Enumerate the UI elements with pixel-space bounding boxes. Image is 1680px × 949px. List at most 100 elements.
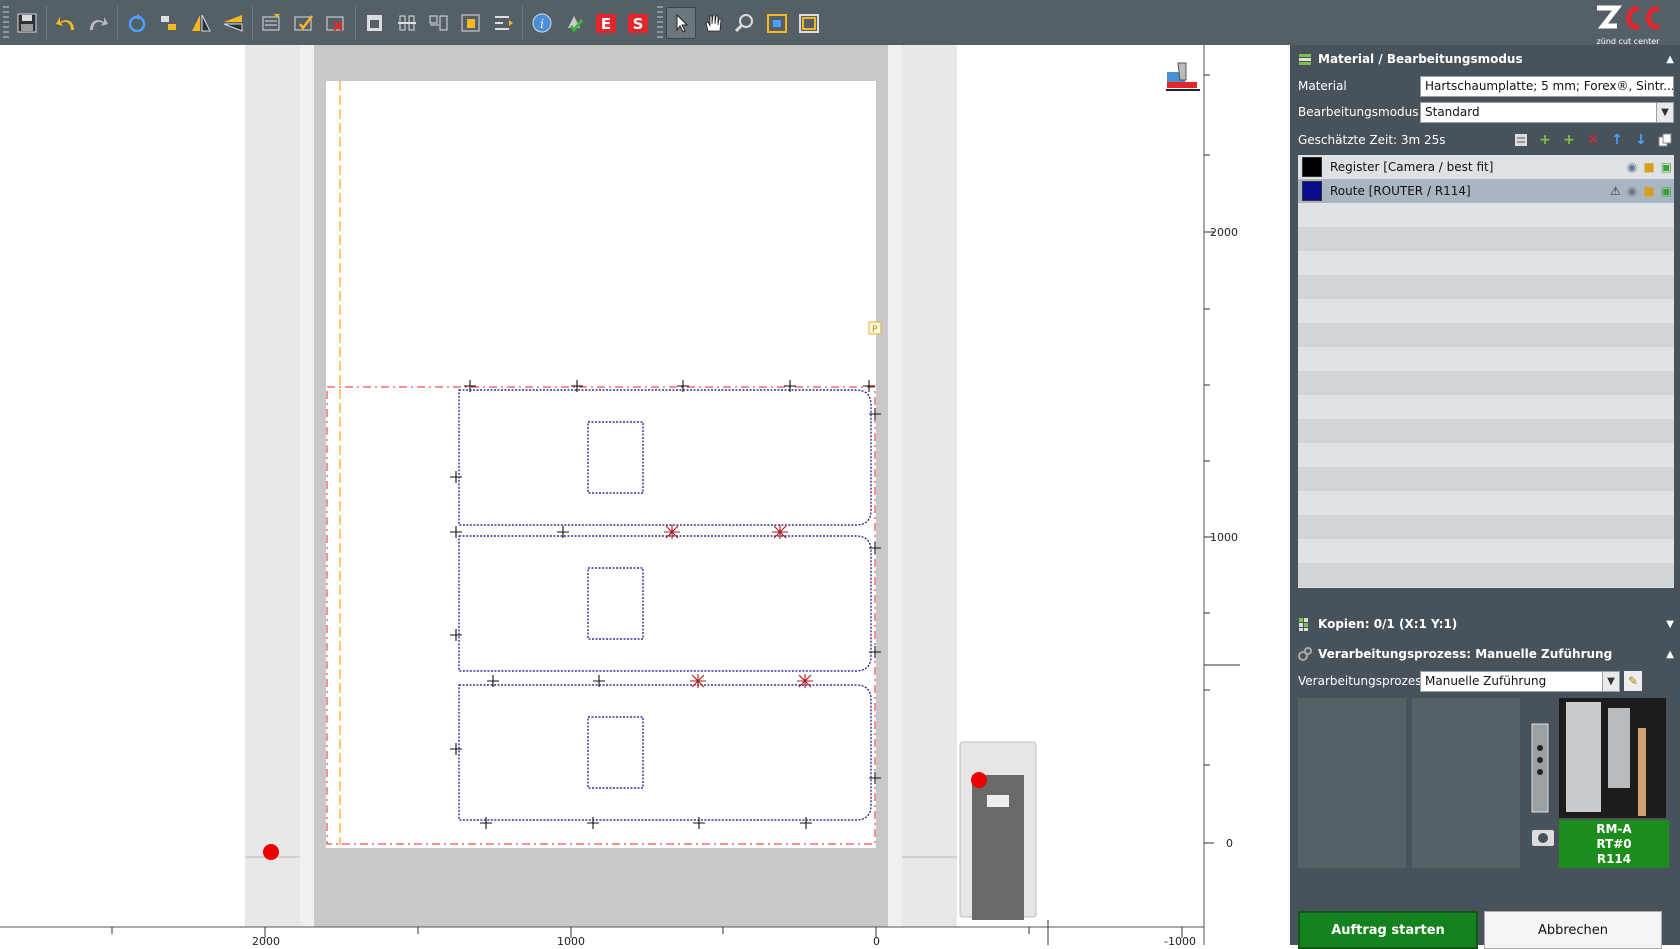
layer-copy-icon[interactable]: ▣: [1661, 160, 1672, 174]
main-toolbar: i E S zünd cut center: [0, 0, 1680, 46]
layer-row[interactable]: Register [Camera / best fit] ◉ ■ ▣: [1298, 155, 1674, 179]
copies-grid-icon: [1299, 618, 1308, 631]
align-icon[interactable]: [424, 7, 454, 39]
toolbar-separator: [46, 5, 47, 40]
zcc-logo: zünd cut center: [1588, 4, 1668, 46]
tool-label-line: R114: [1596, 852, 1632, 866]
table-margin-left: [245, 45, 300, 927]
offset-icon[interactable]: [488, 7, 518, 39]
canvas-drawing: P: [0, 45, 1240, 945]
warning-icon: ⚠: [1610, 184, 1621, 198]
ruler-y-ticks: [1204, 74, 1214, 844]
sheet-icon[interactable]: [360, 7, 390, 39]
ruler-x-label: 2000: [252, 935, 280, 945]
ruler-x-label: 1000: [557, 935, 585, 945]
expand-arrow-icon[interactable]: ▼: [1666, 619, 1674, 630]
logo-mark: [1588, 4, 1668, 38]
ruler-y-label: 1000: [1210, 531, 1238, 544]
layer-name: Register [Camera / best fit]: [1330, 160, 1494, 174]
process-row: Verarbeitungsprozess Manuelle Zuführung …: [1290, 668, 1680, 694]
mode-value: Standard: [1425, 104, 1480, 119]
ruler-x-label: 0: [873, 935, 880, 945]
redo-icon[interactable]: [83, 7, 113, 39]
estimated-time: Geschätzte Zeit: 3m 25s: [1298, 133, 1446, 147]
tool-label-line: RT#0: [1596, 837, 1632, 851]
dropdown-arrow-icon[interactable]: ▼: [1656, 102, 1673, 122]
svg-text:S: S: [633, 15, 644, 33]
refresh-icon[interactable]: [122, 7, 152, 39]
visibility-eye-icon[interactable]: ◉: [1627, 160, 1637, 174]
move-up-icon[interactable]: ↑: [1608, 131, 1626, 149]
move-down-icon[interactable]: ↓: [1632, 131, 1650, 149]
info-icon[interactable]: i: [527, 7, 557, 39]
ruler-y-label: 2000: [1210, 226, 1238, 239]
export-s-icon[interactable]: S: [623, 7, 653, 39]
start-job-button[interactable]: Auftrag starten: [1298, 911, 1478, 949]
tool-slot-empty[interactable]: [1412, 698, 1520, 868]
process-select[interactable]: Manuelle Zuführung ▼: [1420, 670, 1620, 692]
zoom-fit-icon[interactable]: [762, 7, 792, 39]
register-icon[interactable]: [456, 7, 486, 39]
zoom-page-icon[interactable]: [794, 7, 824, 39]
pointer-icon[interactable]: [666, 6, 696, 39]
visibility-eye-icon[interactable]: ◉: [1627, 184, 1637, 198]
hand-icon[interactable]: [698, 7, 728, 39]
lock-icon[interactable]: ■: [1643, 184, 1654, 198]
process-label: Verarbeitungsprozess: [1298, 674, 1428, 688]
material-section-header[interactable]: Material / Bearbeitungsmodus ▲: [1290, 45, 1680, 73]
layer-color-swatch[interactable]: [1302, 181, 1322, 201]
work-canvas[interactable]: P 2000 1000 0 2000 1000 0 -1000: [0, 45, 1290, 945]
layer-import-icon[interactable]: [257, 7, 287, 39]
collapse-arrow-icon[interactable]: ▲: [1666, 649, 1674, 660]
collapse-arrow-icon[interactable]: ▲: [1666, 54, 1674, 65]
tool-label: RM-A RT#0 R114: [1559, 820, 1669, 868]
export-e-icon[interactable]: E: [591, 7, 621, 39]
add-sub-layer-icon[interactable]: +: [1536, 131, 1554, 149]
layer-list-icon[interactable]: [1512, 131, 1530, 149]
zoom-icon[interactable]: [730, 7, 760, 39]
toolbar-separator: [522, 5, 523, 40]
copy-layer-icon[interactable]: [1656, 131, 1674, 149]
tool-check-icon[interactable]: [559, 7, 589, 39]
edit-process-icon[interactable]: ✎: [1624, 671, 1642, 691]
layer-row-icons: ⚠ ◉ ■ ▣: [1610, 184, 1672, 198]
distribute-icon[interactable]: [392, 7, 422, 39]
cancel-button[interactable]: Abbrechen: [1484, 911, 1662, 949]
dropdown-arrow-icon[interactable]: ▼: [1602, 671, 1619, 691]
add-layer-icon[interactable]: +: [1560, 131, 1578, 149]
layer-check-icon[interactable]: [289, 7, 319, 39]
toolbar-separator: [252, 5, 253, 40]
layer-copy-icon[interactable]: ▣: [1661, 184, 1672, 198]
toolbar-grip[interactable]: [657, 5, 663, 40]
layer-list[interactable]: Register [Camera / best fit] ◉ ■ ▣ Route…: [1298, 155, 1674, 588]
delete-layer-icon[interactable]: ✕: [1584, 131, 1602, 149]
layer-color-swatch[interactable]: [1302, 157, 1322, 177]
tool-slot-router[interactable]: RM-A RT#0 R114: [1526, 698, 1674, 868]
mode-select[interactable]: Standard ▼: [1420, 101, 1674, 123]
material-row: Material Hartschaumplatte; 5 mm; Forex®,…: [1290, 73, 1680, 99]
copies-title: Kopien: 0/1 (X:1 Y:1): [1318, 617, 1458, 631]
splitter[interactable]: [1290, 588, 1680, 610]
process-section-header[interactable]: Verarbeitungsprozess: Manuelle Zuführung…: [1290, 640, 1680, 668]
machine-view-icon: [1166, 62, 1200, 91]
toolbar-grip[interactable]: [3, 5, 9, 40]
material-field[interactable]: Hartschaumplatte; 5 mm; Forex®, Sintr...: [1420, 75, 1674, 97]
layer-row[interactable]: Route [ROUTER / R114] ⚠ ◉ ■ ▣: [1298, 179, 1674, 203]
layer-name: Route [ROUTER / R114]: [1330, 184, 1471, 198]
lock-icon[interactable]: ■: [1643, 160, 1654, 174]
copies-section-header[interactable]: Kopien: 0/1 (X:1 Y:1) ▼: [1290, 610, 1680, 638]
process-value: Manuelle Zuführung: [1425, 673, 1547, 688]
process-icon: [1298, 647, 1312, 661]
layer-delete-icon[interactable]: [321, 7, 351, 39]
save-icon[interactable]: [12, 7, 42, 39]
material-section-title: Material / Bearbeitungsmodus: [1318, 52, 1523, 66]
mirror-vertical-icon[interactable]: [186, 7, 216, 39]
svg-text:i: i: [540, 17, 544, 31]
tool-slot-empty[interactable]: [1298, 698, 1406, 868]
layer-row-icons: ◉ ■ ▣: [1627, 160, 1672, 174]
mirror-horizontal-icon[interactable]: [218, 7, 248, 39]
snap-icon[interactable]: [154, 7, 184, 39]
material-label: Material: [1298, 79, 1347, 93]
action-buttons: Auftrag starten Abbrechen: [1298, 911, 1662, 949]
undo-icon[interactable]: [51, 7, 81, 39]
